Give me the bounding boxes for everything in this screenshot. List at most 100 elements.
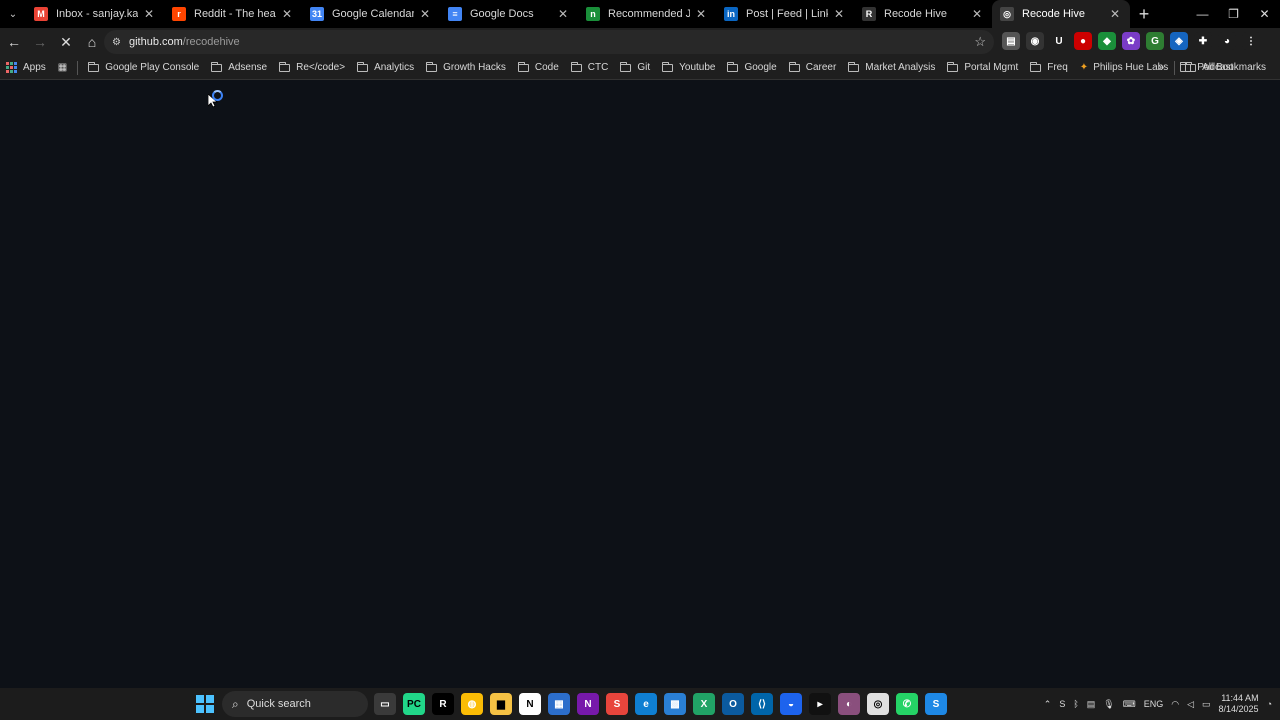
- bookmark-folder[interactable]: Market Analysis: [842, 58, 941, 78]
- taskbar-clock[interactable]: 11:44 AM 8/14/2025: [1219, 693, 1259, 715]
- address-bar[interactable]: ⚙ github.com/recodehive ☆: [104, 30, 994, 54]
- store-icon[interactable]: ▦: [548, 693, 570, 715]
- close-window-icon[interactable]: ✕: [1249, 0, 1280, 28]
- extension-u-icon[interactable]: U: [1050, 32, 1068, 50]
- bookmark-folder[interactable]: Career: [783, 58, 843, 78]
- bookmark-folder[interactable]: Freq: [1024, 58, 1074, 78]
- tab-close-icon[interactable]: ✕: [970, 7, 984, 21]
- bookmark-folder[interactable]: Google: [721, 58, 782, 78]
- whatsapp-icon[interactable]: ✆: [896, 693, 918, 715]
- extensions-puzzle-icon[interactable]: ✚: [1194, 32, 1212, 50]
- bookmark-star-icon[interactable]: ☆: [974, 34, 986, 50]
- tab-close-icon[interactable]: ✕: [142, 7, 156, 21]
- bookmark-folder[interactable]: Growth Hacks: [420, 58, 512, 78]
- tab-close-icon[interactable]: ✕: [556, 7, 570, 21]
- vscode-icon[interactable]: ⟨⟩: [751, 693, 773, 715]
- onenote-icon[interactable]: N: [577, 693, 599, 715]
- bookmark-folder[interactable]: Google Play Console: [82, 58, 205, 78]
- extension-color-icon[interactable]: ✿: [1122, 32, 1140, 50]
- bookmark-label: Re</code>: [296, 62, 346, 73]
- file-explorer-icon[interactable]: ▆: [490, 693, 512, 715]
- rider-icon[interactable]: R: [432, 693, 454, 715]
- stop-loading-icon[interactable]: ✕: [54, 30, 78, 54]
- docker-icon[interactable]: ◒: [780, 693, 802, 715]
- calculator-icon[interactable]: ▩: [664, 693, 686, 715]
- tab-groups-icon[interactable]: ▦: [52, 58, 73, 78]
- tab-close-icon[interactable]: ✕: [1108, 7, 1122, 21]
- back-icon[interactable]: ←: [2, 30, 26, 54]
- bookmark-label: Freq: [1047, 62, 1068, 73]
- tab-close-icon[interactable]: ✕: [694, 7, 708, 21]
- tray-display-icon[interactable]: ▤: [1087, 699, 1096, 710]
- extension-grammar-icon[interactable]: G: [1146, 32, 1164, 50]
- browser-tab[interactable]: in Post | Feed | LinkedIn ✕: [716, 0, 854, 28]
- wifi-icon[interactable]: ◠: [1171, 699, 1179, 710]
- profile-avatar[interactable]: ◕: [1218, 32, 1236, 50]
- bookmark-folder[interactable]: Portal Mgmt: [941, 58, 1024, 78]
- extension-red-icon[interactable]: ●: [1074, 32, 1092, 50]
- new-tab-button[interactable]: +: [1130, 0, 1158, 28]
- edge-icon[interactable]: e: [635, 693, 657, 715]
- bookmark-apps[interactable]: Apps: [0, 58, 52, 78]
- battery-icon[interactable]: ▭: [1202, 699, 1211, 710]
- notion-icon[interactable]: N: [519, 693, 541, 715]
- chrome-icon[interactable]: ◍: [461, 693, 483, 715]
- keyboard-icon[interactable]: ⌨: [1123, 699, 1136, 710]
- terminal-icon[interactable]: ▸: [809, 693, 831, 715]
- volume-icon[interactable]: ◁: [1187, 699, 1194, 710]
- browser-tab[interactable]: M Inbox - sanjay.kanakkot@ ✕: [26, 0, 164, 28]
- tab-label: Reddit - The heart of the: [194, 8, 276, 20]
- home-icon[interactable]: ⌂: [80, 30, 104, 54]
- browser-tab[interactable]: ◎ Recode Hive ✕: [992, 0, 1130, 28]
- browser-tab[interactable]: 31 Google Calendar - Week ✕: [302, 0, 440, 28]
- browser-tab[interactable]: ≡ Google Docs ✕: [440, 0, 578, 28]
- browser-tab[interactable]: n Recommended Jobs For Y ✕: [578, 0, 716, 28]
- minimize-icon[interactable]: —: [1187, 0, 1218, 28]
- excel-icon[interactable]: X: [693, 693, 715, 715]
- all-bookmarks-button[interactable]: All Bookmarks: [1179, 58, 1272, 78]
- bookmark-label: Adsense: [228, 62, 268, 73]
- pycharm-icon[interactable]: PC: [403, 693, 425, 715]
- taskbar-search-box[interactable]: ⌕ Quick search: [222, 691, 368, 717]
- bookmark-folder[interactable]: Code: [512, 58, 565, 78]
- app-white-icon[interactable]: ◎: [867, 693, 889, 715]
- tab-close-icon[interactable]: ✕: [280, 7, 294, 21]
- browser-tab[interactable]: R Recode Hive ✕: [854, 0, 992, 28]
- bookmark-folder[interactable]: Re</code>: [273, 58, 351, 78]
- bookmark-label: Analytics: [374, 62, 415, 73]
- bookmarks-overflow-icon[interactable]: »: [1153, 58, 1171, 78]
- task-view-icon[interactable]: ▭: [374, 693, 396, 715]
- bookmark-folder[interactable]: Adsense: [205, 58, 273, 78]
- extension-reader-icon[interactable]: ▤: [1002, 32, 1020, 50]
- browser-menu-icon[interactable]: ⋮: [1242, 32, 1260, 50]
- restore-icon[interactable]: ❐: [1218, 0, 1249, 28]
- microphone-icon[interactable]: 🎙: [1103, 699, 1114, 710]
- tray-app-icon[interactable]: S: [1059, 699, 1065, 709]
- forward-icon[interactable]: →: [28, 30, 52, 54]
- extension-camera-icon[interactable]: ◉: [1026, 32, 1044, 50]
- app-s-icon[interactable]: S: [606, 693, 628, 715]
- bluetooth-icon[interactable]: ᛒ: [1073, 699, 1078, 709]
- notification-bell-icon[interactable]: ◔: [1267, 699, 1272, 709]
- extension-blue-icon[interactable]: ◈: [1170, 32, 1188, 50]
- tab-search-chevron-icon[interactable]: ⌄: [0, 0, 26, 28]
- site-info-icon[interactable]: ⚙: [112, 37, 121, 48]
- linkedin-icon: in: [724, 7, 738, 21]
- bookmark-folder[interactable]: Youtube: [656, 58, 721, 78]
- app-pink-icon[interactable]: ◐: [838, 693, 860, 715]
- language-indicator[interactable]: ENG: [1144, 699, 1164, 709]
- browser-tab[interactable]: r Reddit - The heart of the ✕: [164, 0, 302, 28]
- window-controls: — ❐ ✕: [1187, 0, 1280, 28]
- windows-start-icon[interactable]: [196, 695, 214, 713]
- bookmark-folder[interactable]: CTC: [565, 58, 615, 78]
- tab-close-icon[interactable]: ✕: [418, 7, 432, 21]
- tab-close-icon[interactable]: ✕: [832, 7, 846, 21]
- extension-shield-icon[interactable]: ◆: [1098, 32, 1116, 50]
- bookmark-folder[interactable]: Git: [614, 58, 656, 78]
- app-s-blue-icon[interactable]: S: [925, 693, 947, 715]
- bookmark-label: CTC: [587, 62, 609, 73]
- bookmark-folder[interactable]: Analytics: [351, 58, 420, 78]
- all-bookmarks-label: All Bookmarks: [1202, 62, 1266, 73]
- tray-overflow-icon[interactable]: ⌃: [1044, 699, 1052, 710]
- outlook-icon[interactable]: O: [722, 693, 744, 715]
